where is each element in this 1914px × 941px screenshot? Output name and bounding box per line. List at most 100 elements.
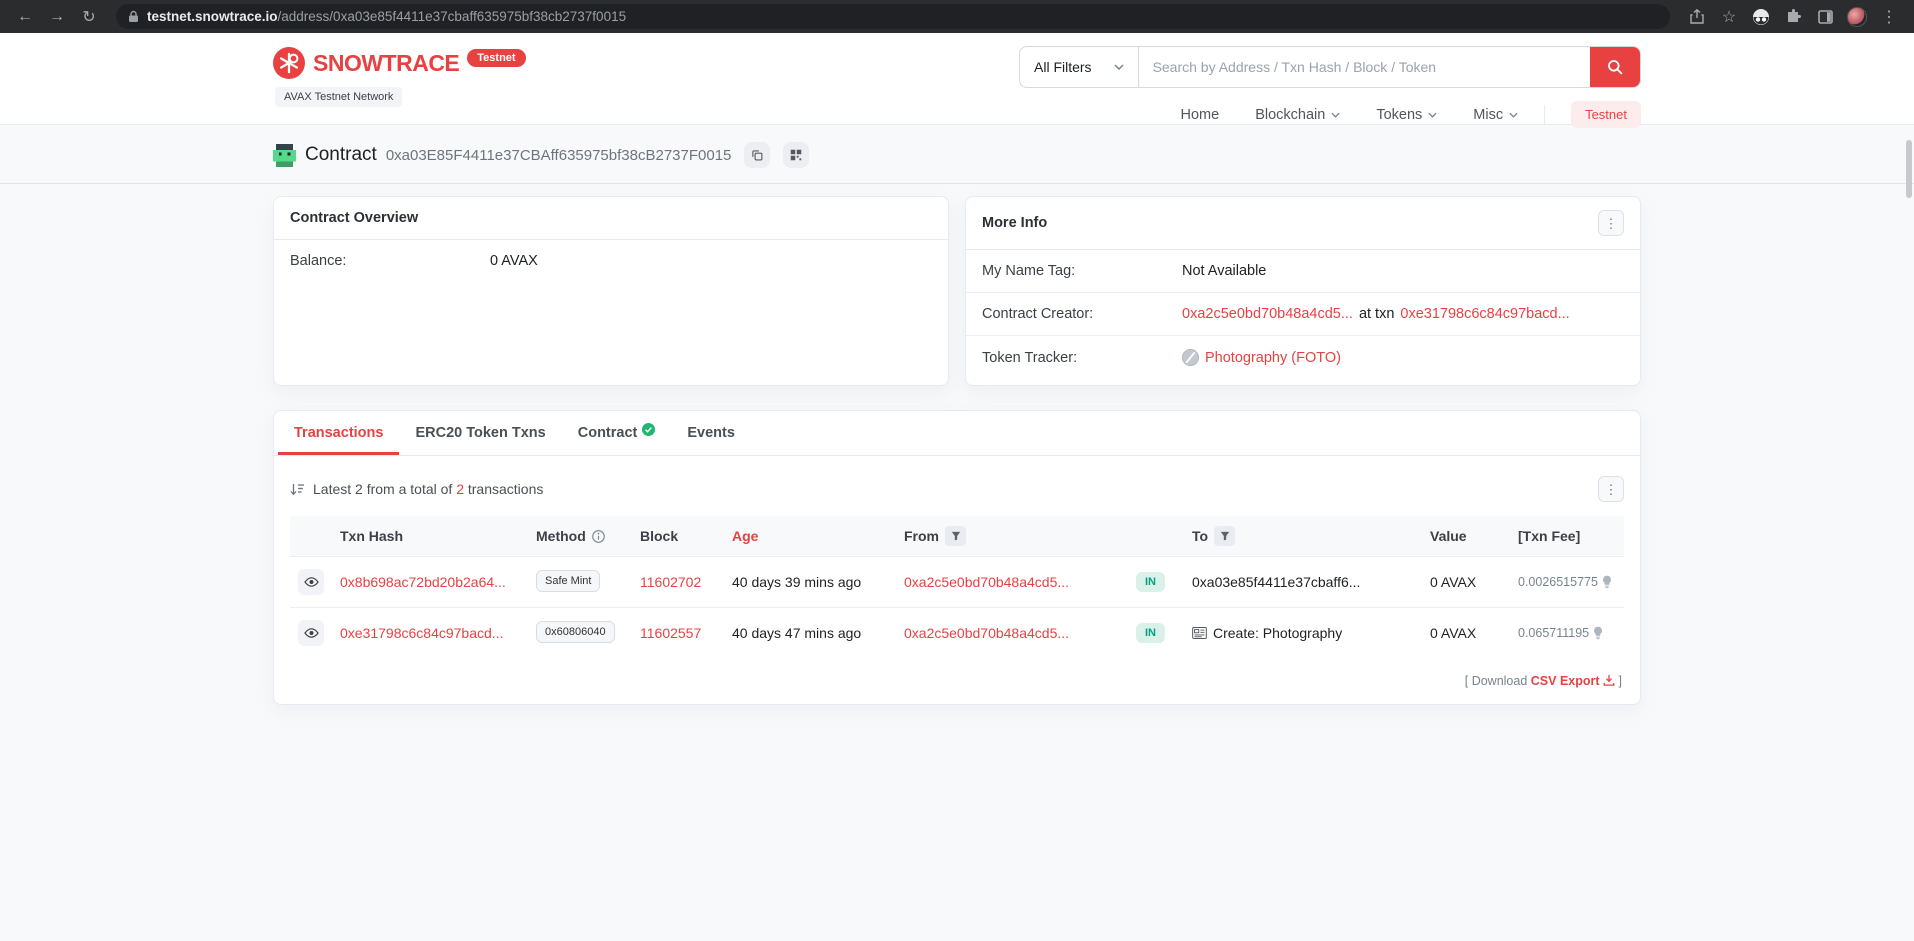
overview-card-title: Contract Overview: [290, 210, 419, 226]
more-info-menu-button[interactable]: ⋮: [1598, 210, 1624, 236]
site-header: SNOWTRACE Testnet AVAX Testnet Network A…: [0, 33, 1914, 128]
nav-misc[interactable]: Misc: [1473, 107, 1518, 123]
browser-menu-icon[interactable]: ⋮: [1876, 4, 1902, 30]
token-tracker-link[interactable]: Photography (FOTO): [1205, 350, 1341, 366]
back-icon[interactable]: ←: [12, 4, 38, 30]
col-to: To: [1184, 516, 1422, 557]
contract-doc-icon: [1192, 627, 1207, 639]
forward-icon[interactable]: →: [44, 4, 70, 30]
nav-tokens[interactable]: Tokens: [1376, 107, 1437, 123]
contract-identicon: [273, 143, 296, 167]
transactions-menu-button[interactable]: ⋮: [1598, 476, 1624, 502]
col-direction: [1128, 516, 1184, 557]
col-eye: [290, 516, 332, 557]
value-cell: 0 AVAX: [1422, 607, 1510, 658]
url-host: testnet.snowtrace.io: [147, 8, 278, 24]
table-row: 0xe31798c6c84c97bacd... 0x60806040 11602…: [290, 607, 1624, 658]
txn-fee: 0.0026515775: [1518, 575, 1598, 589]
transactions-card: Transactions ERC20 Token Txns Contract E…: [273, 410, 1641, 705]
snowtrace-logo[interactable]: SNOWTRACE Testnet: [273, 47, 526, 79]
chevron-down-icon: [1509, 112, 1518, 118]
tab-transactions[interactable]: Transactions: [278, 411, 399, 455]
gas-bulb-icon: [1603, 575, 1611, 589]
block-link[interactable]: 11602702: [640, 574, 701, 590]
tx-preview-button[interactable]: [298, 569, 324, 595]
age-toggle-link[interactable]: Age: [732, 528, 758, 544]
from-filter-button[interactable]: [945, 526, 966, 546]
from-address-link[interactable]: 0xa2c5e0bd70b48a4cd5...: [904, 574, 1069, 590]
network-label: AVAX Testnet Network: [275, 87, 403, 107]
copy-address-button[interactable]: [744, 142, 771, 168]
filter-icon: [951, 531, 960, 541]
side-panel-icon[interactable]: [1812, 4, 1838, 30]
search-input[interactable]: [1138, 47, 1590, 87]
main-nav: Home Blockchain Tokens Misc Testnet: [1181, 101, 1641, 128]
age-value: 40 days 47 mins ago: [724, 607, 896, 658]
filter-icon: [1220, 531, 1229, 541]
nav-blockchain[interactable]: Blockchain: [1255, 107, 1340, 123]
creator-address-link[interactable]: 0xa2c5e0bd70b48a4cd5...: [1182, 306, 1353, 322]
search-icon: [1608, 60, 1623, 75]
to-address: 0xa03e85f4411e37cbaff6...: [1192, 574, 1361, 590]
tab-contract[interactable]: Contract: [562, 411, 672, 455]
copy-icon: [752, 150, 763, 161]
nav-home[interactable]: Home: [1181, 107, 1220, 123]
nav-testnet-button[interactable]: Testnet: [1571, 101, 1641, 128]
tab-erc20-token-txns[interactable]: ERC20 Token Txns: [399, 411, 561, 455]
contract-creation-link[interactable]: Create: Photography: [1192, 625, 1414, 641]
from-address-link[interactable]: 0xa2c5e0bd70b48a4cd5...: [904, 625, 1069, 641]
txn-fee: 0.065711195: [1518, 626, 1590, 640]
chevron-down-icon: [1114, 64, 1124, 70]
table-row: 0x8b698ac72bd20b2a64... Safe Mint 116027…: [290, 556, 1624, 608]
contract-creator-label: Contract Creator:: [982, 306, 1094, 322]
csv-export-link[interactable]: CSV Export: [1531, 674, 1600, 688]
col-txn-hash: Txn Hash: [332, 516, 528, 557]
tab-events[interactable]: Events: [671, 411, 751, 455]
search-filter-select[interactable]: All Filters: [1020, 47, 1139, 87]
csv-export-row: [ Download CSV Export ]: [1464, 674, 1622, 688]
extensions-puzzle-icon[interactable]: [1780, 4, 1806, 30]
transactions-table: Txn Hash Method Block Age From To Value: [290, 516, 1624, 658]
browser-profile-avatar[interactable]: [1844, 4, 1870, 30]
browser-chrome: ← → ↻ testnet.snowtrace.io/address/0xa03…: [0, 0, 1914, 33]
gas-bulb-icon: [1594, 626, 1603, 640]
page-scrollbar[interactable]: [1906, 140, 1912, 198]
creation-txn-link[interactable]: 0xe31798c6c84c97bacd...: [1400, 306, 1569, 322]
lock-icon: [129, 10, 138, 22]
contract-address: 0xa03E85F4411e37CBAff635975bf38cB2737F00…: [385, 146, 732, 164]
qr-code-button[interactable]: [783, 142, 810, 168]
to-filter-button[interactable]: [1214, 526, 1236, 546]
col-age: Age: [724, 516, 896, 557]
search-bar: All Filters: [1019, 46, 1641, 88]
token-logo-icon: [1182, 349, 1199, 366]
txn-hash-link[interactable]: 0xe31798c6c84c97bacd...: [340, 625, 503, 641]
brand-name: SNOWTRACE: [313, 49, 460, 76]
share-icon[interactable]: [1684, 4, 1710, 30]
method-badge: Safe Mint: [536, 569, 601, 592]
reload-icon[interactable]: ↻: [76, 4, 102, 30]
snowflake-logo-icon: [273, 47, 305, 79]
extension-avatar-icon[interactable]: [1748, 4, 1774, 30]
search-button[interactable]: [1590, 47, 1640, 87]
col-from: From: [896, 516, 1128, 557]
chevron-down-icon: [1428, 112, 1437, 118]
address-bar[interactable]: testnet.snowtrace.io/address/0xa03e85f44…: [116, 4, 1670, 29]
more-info-card: More Info ⋮ My Name Tag: Not Available C…: [965, 196, 1641, 386]
bookmark-star-icon[interactable]: ☆: [1716, 4, 1742, 30]
sort-icon: [290, 483, 304, 495]
page-hero: Contract 0xa03E85F4411e37CBAff635975bf38…: [0, 125, 1914, 184]
search-filter-label: All Filters: [1034, 59, 1092, 75]
col-value: Value: [1422, 516, 1510, 557]
nav-divider: [1544, 104, 1546, 125]
qr-code-icon: [791, 149, 802, 161]
method-badge: 0x60806040: [536, 620, 615, 643]
tx-preview-button[interactable]: [298, 620, 324, 646]
txn-hash-link[interactable]: 0x8b698ac72bd20b2a64...: [340, 574, 506, 590]
block-link[interactable]: 11602557: [640, 625, 701, 641]
balance-value: 0 AVAX: [490, 253, 538, 269]
col-txn-fee: [Txn Fee]: [1510, 516, 1624, 557]
contract-overview-card: Contract Overview Balance: 0 AVAX: [273, 196, 949, 386]
token-tracker-label: Token Tracker:: [982, 349, 1078, 366]
info-icon[interactable]: [591, 529, 605, 543]
value-cell: 0 AVAX: [1422, 556, 1510, 608]
